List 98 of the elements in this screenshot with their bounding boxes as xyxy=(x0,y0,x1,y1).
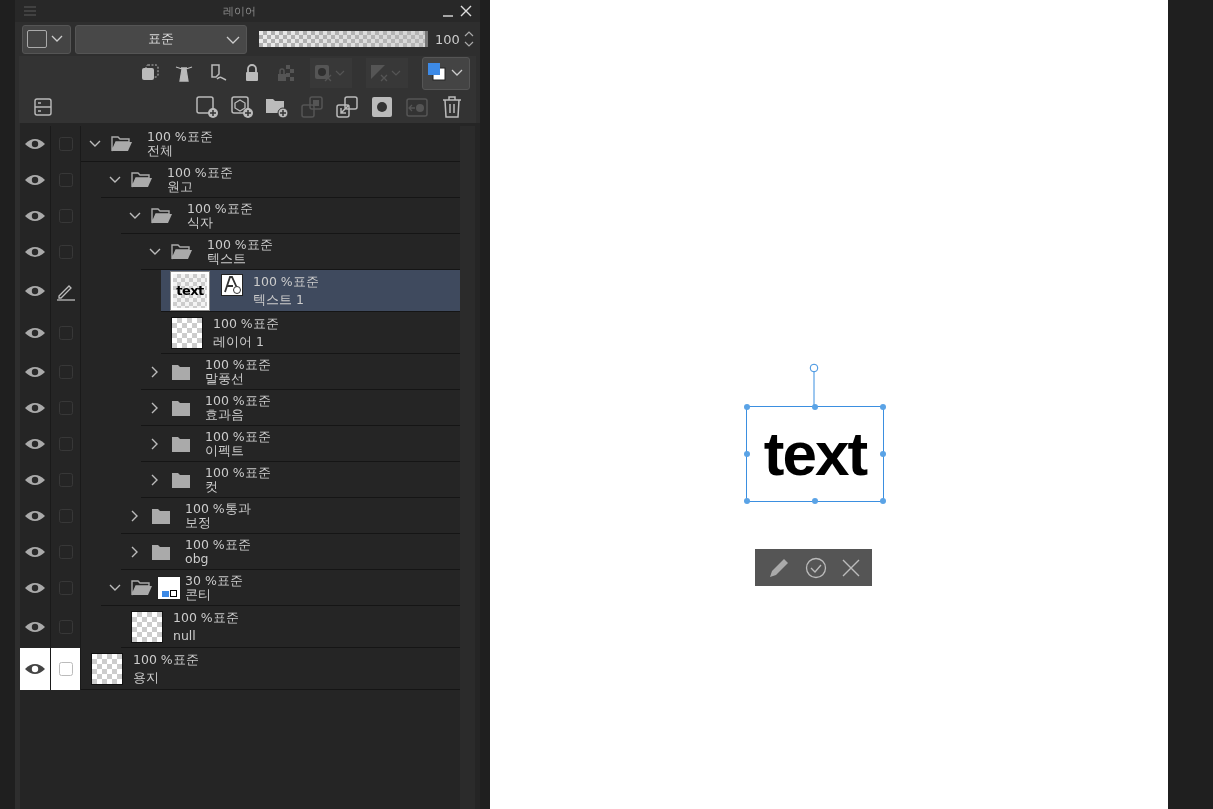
color-mode-dropdown[interactable] xyxy=(22,24,71,54)
open-folder-icon xyxy=(151,206,173,225)
layer-row[interactable]: 100 %표준 원고 xyxy=(101,162,460,198)
layer-thumbnail: text xyxy=(171,271,209,310)
layer-name: 레이어 1 xyxy=(213,332,265,351)
layer-opacity-blend: 100 %표준 xyxy=(173,608,239,627)
canvas-text[interactable]: text xyxy=(763,423,867,485)
layer-row[interactable]: 30 %표준 콘티 xyxy=(101,570,460,606)
new-vector-layer-icon[interactable] xyxy=(230,94,254,119)
close-icon[interactable] xyxy=(460,5,472,17)
text-bounding-box[interactable]: text xyxy=(746,406,884,502)
layer-opacity-blend: 100 %표준 xyxy=(185,537,251,552)
layer-name: 원고 xyxy=(167,179,194,194)
scrollbar[interactable] xyxy=(460,126,475,809)
layer-opacity-blend: 100 %표준 xyxy=(213,314,279,333)
layer-opacity-blend: 100 %표준 xyxy=(207,237,273,252)
confirm-icon[interactable] xyxy=(805,556,828,579)
merge-down-icon[interactable] xyxy=(335,94,359,119)
layer-opacity-blend: 100 %표준 xyxy=(205,393,271,408)
layer-row[interactable]: text 100 %표준 텍스트 1 xyxy=(161,270,460,312)
folder-icon xyxy=(171,434,191,453)
text-layer-icon xyxy=(221,274,243,296)
folder-icon xyxy=(151,506,171,525)
layer-name: 식자 xyxy=(187,215,214,230)
layer-name: 컷 xyxy=(205,479,219,494)
layer-thumbnail xyxy=(91,652,123,685)
opacity-slider[interactable] xyxy=(259,31,427,47)
layer-thumbnail xyxy=(171,316,203,349)
layer-name: 말풍선 xyxy=(205,371,244,386)
eye-icon[interactable] xyxy=(24,509,46,523)
layer-opacity-blend: 100 %표준 xyxy=(167,165,233,180)
layer-row[interactable]: 100 %표준 컷 xyxy=(141,462,460,498)
layer-opacity-blend: 100 %표준 xyxy=(133,650,199,669)
layer-row[interactable]: 100 %통과 보정 xyxy=(121,498,460,534)
open-folder-icon xyxy=(131,170,153,189)
folder-icon xyxy=(171,362,191,381)
spinner-icon[interactable] xyxy=(463,29,474,49)
eye-icon[interactable] xyxy=(24,137,46,151)
layer-name: null xyxy=(173,626,197,645)
layer-name: 콘티 xyxy=(185,587,211,602)
rotation-handle[interactable] xyxy=(809,363,819,406)
layer-row[interactable]: 100 %표준 레이어 1 xyxy=(161,312,460,354)
layer-property-icon[interactable] xyxy=(33,96,53,117)
layer-row[interactable]: 100 %표준 효과음 xyxy=(141,390,460,426)
eye-icon[interactable] xyxy=(24,473,46,487)
layer-name: 텍스트 xyxy=(207,251,246,266)
eye-icon[interactable] xyxy=(24,581,46,595)
layer-row[interactable]: 100 %표준 식자 xyxy=(121,198,460,234)
layer-name: 전체 xyxy=(147,143,174,158)
layer-opacity-blend: 100 %표준 xyxy=(187,201,253,216)
layer-name: 용지 xyxy=(133,668,160,687)
eye-icon[interactable] xyxy=(24,284,46,298)
layer-row[interactable]: 100 %표준 전체 xyxy=(81,126,460,162)
layer-name: obg xyxy=(185,551,210,566)
caret-icon xyxy=(51,35,63,43)
mask-icon[interactable] xyxy=(370,94,394,119)
new-layer-icon[interactable] xyxy=(195,94,219,119)
layer-row[interactable]: 100 %표준 말풍선 xyxy=(141,354,460,390)
eye-icon[interactable] xyxy=(24,401,46,415)
layer-opacity-blend: 100 %표준 xyxy=(205,429,271,444)
layer-opacity-blend: 100 %표준 xyxy=(205,465,271,480)
eye-icon[interactable] xyxy=(24,365,46,379)
folder-icon xyxy=(171,398,191,417)
checkbox[interactable] xyxy=(58,662,73,676)
eye-icon[interactable] xyxy=(24,437,46,451)
layer-name: 효과음 xyxy=(205,407,244,422)
folder-icon xyxy=(171,470,191,489)
layer-row[interactable]: 100 %표준 null xyxy=(121,606,460,648)
layer-name: 텍스트 1 xyxy=(253,290,305,309)
eye-icon[interactable] xyxy=(24,209,46,223)
eye-icon[interactable] xyxy=(24,545,46,559)
layer-name: 보정 xyxy=(185,515,212,530)
layer-opacity-blend: 100 %표준 xyxy=(205,357,271,372)
folder-icon xyxy=(151,542,171,561)
panel-title: 레이어 xyxy=(222,3,257,19)
eye-icon[interactable] xyxy=(24,326,46,340)
layer-row[interactable]: 100 %표준 용지 xyxy=(81,648,460,690)
eye-icon[interactable] xyxy=(24,245,46,259)
layer-row[interactable]: 100 %표준 obg xyxy=(121,534,460,570)
eye-icon[interactable] xyxy=(24,173,46,187)
layer-opacity-blend: 30 %표준 xyxy=(185,573,243,588)
open-folder-icon xyxy=(171,242,193,261)
layer-opacity-blend: 100 %표준 xyxy=(253,272,319,291)
caret-icon xyxy=(226,35,240,44)
open-folder-icon xyxy=(131,578,153,597)
layer-opacity-blend: 100 %통과 xyxy=(185,501,251,516)
layer-thumbnail xyxy=(131,610,163,643)
blend-mode-dropdown[interactable]: 표준 xyxy=(75,24,247,54)
layer-row[interactable]: 100 %표준 이펙트 xyxy=(141,426,460,462)
layer-opacity-blend: 100 %표준 xyxy=(147,129,213,144)
trash-icon[interactable] xyxy=(440,94,464,119)
eye-icon[interactable] xyxy=(24,620,46,634)
open-folder-icon xyxy=(111,134,133,153)
layer-color-dropdown[interactable] xyxy=(422,56,470,90)
opacity-value: 100 xyxy=(435,31,460,47)
clip-icon[interactable] xyxy=(140,63,160,83)
eye-icon[interactable] xyxy=(24,662,46,676)
layer-name: 이펙트 xyxy=(205,443,244,458)
